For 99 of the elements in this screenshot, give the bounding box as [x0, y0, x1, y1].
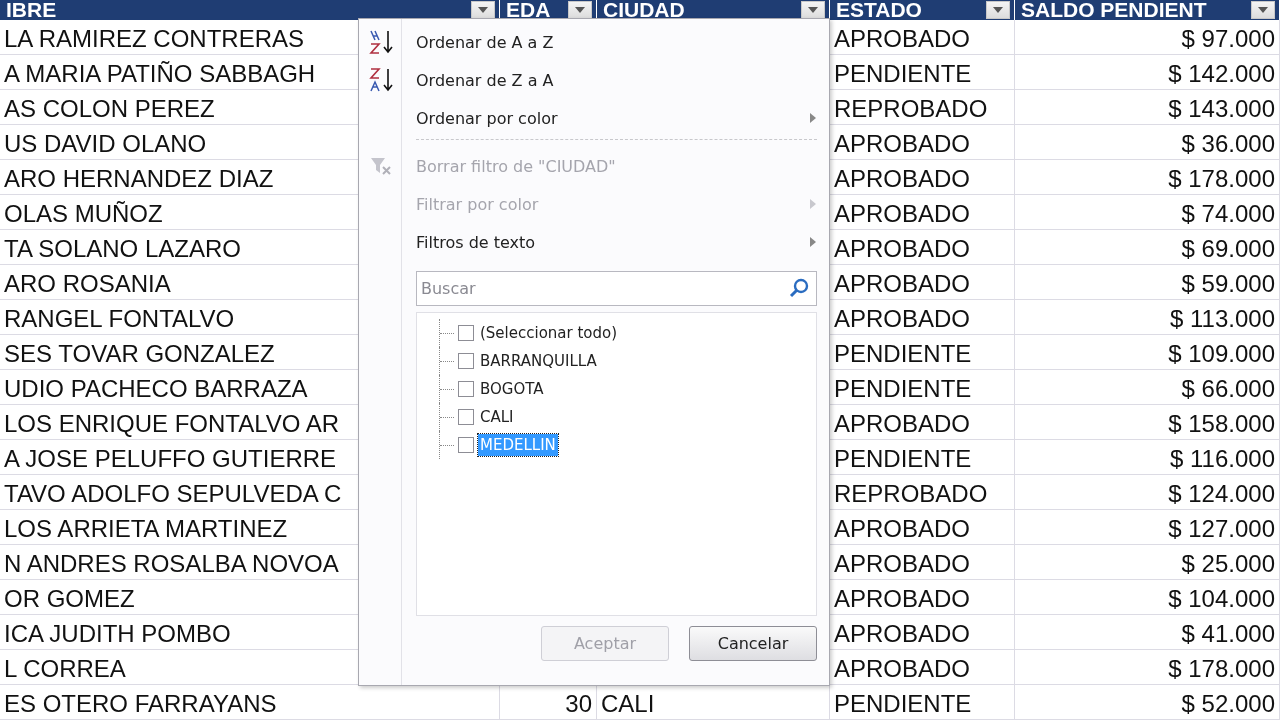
table-cell: REPROBADO — [834, 94, 988, 123]
table-cell: PENDIENTE — [834, 374, 972, 403]
table-cell: APROBADO — [834, 164, 971, 193]
column-header: CIUDAD — [603, 0, 685, 20]
checkbox[interactable] — [458, 409, 474, 425]
table-cell: $ 178.000 — [1168, 654, 1275, 683]
table-cell: APROBADO — [834, 129, 971, 158]
table-cell: APROBADO — [834, 549, 971, 578]
menu-item[interactable]: Ordenar de Z a A — [416, 61, 817, 99]
table-cell: LA RAMIREZ CONTRERAS — [4, 24, 305, 53]
cancel-button[interactable]: Cancelar — [689, 626, 817, 661]
caret-icon — [1257, 6, 1269, 14]
table-cell: 30 — [565, 689, 592, 718]
filter-dropdown-button[interactable] — [568, 1, 592, 19]
table-cell: APROBADO — [834, 654, 971, 683]
table-cell: TAVO ADOLFO SEPULVEDA C — [4, 479, 342, 508]
column-header: IBRE — [6, 0, 57, 20]
table-cell: RANGEL FONTALVO — [4, 304, 235, 333]
table-cell: AS COLON PEREZ — [4, 94, 215, 123]
search-icon — [789, 278, 809, 298]
filter-dropdown-button[interactable] — [986, 1, 1010, 19]
caret-icon — [992, 6, 1004, 14]
table-cell: A MARIA PATIÑO SABBAGH — [4, 59, 316, 88]
table-cell: PENDIENTE — [834, 444, 972, 473]
sort-descending-icon — [367, 66, 395, 94]
sort-ascending-icon — [367, 28, 395, 56]
column-header: ESTADO — [836, 0, 922, 20]
table-cell: UDIO PACHECO BARRAZA — [4, 374, 308, 403]
table-cell: PENDIENTE — [834, 339, 972, 368]
checkbox[interactable] — [458, 325, 474, 341]
table-cell: $ 104.000 — [1168, 584, 1275, 613]
table-cell: APROBADO — [834, 304, 971, 333]
table-cell: APROBADO — [834, 619, 971, 648]
table-cell: $ 36.000 — [1181, 129, 1275, 158]
search-field[interactable]: Buscar — [416, 271, 817, 306]
caret-icon — [477, 6, 489, 14]
table-cell: SES TOVAR GONZALEZ — [4, 339, 275, 368]
table-cell: OLAS MUÑOZ — [4, 199, 163, 228]
table-cell: CALI — [601, 689, 655, 718]
table-cell: APROBADO — [834, 584, 971, 613]
list-item[interactable]: CALI — [478, 406, 516, 428]
table-cell: $ 124.000 — [1168, 479, 1275, 508]
table-cell: APROBADO — [834, 269, 971, 298]
table-cell: $ 113.000 — [1170, 304, 1275, 333]
table-cell: LOS ENRIQUE FONTALVO AR — [4, 409, 340, 438]
filter-dropdown-button[interactable] — [1251, 1, 1275, 19]
table-cell: $ 127.000 — [1168, 514, 1275, 543]
table-cell: $ 142.000 — [1168, 59, 1275, 88]
table-cell: LOS ARRIETA MARTINEZ — [4, 514, 288, 543]
filter-dropdown-button[interactable] — [801, 1, 825, 19]
filter-dropdown-button[interactable] — [471, 1, 495, 19]
table-cell: REPROBADO — [834, 479, 988, 508]
table-cell: L CORREA — [4, 654, 126, 683]
checkbox[interactable] — [458, 381, 474, 397]
list-item[interactable]: BARRANQUILLA — [478, 350, 599, 372]
table-cell: $ 74.000 — [1181, 199, 1275, 228]
column-header: SALDO PENDIENT — [1021, 0, 1207, 20]
table-cell: A JOSE PELUFFO GUTIERRE — [4, 444, 337, 473]
menu-item[interactable]: Ordenar por color — [416, 99, 817, 137]
table-cell: PENDIENTE — [834, 689, 972, 718]
checkbox[interactable] — [458, 353, 474, 369]
table-cell: OR GOMEZ — [4, 584, 135, 613]
table-cell: ARO HERNANDEZ DIAZ — [4, 164, 274, 193]
table-cell: $ 25.000 — [1181, 549, 1275, 578]
table-cell: APROBADO — [834, 234, 971, 263]
menu-item[interactable]: Filtros de texto — [416, 223, 817, 261]
list-item[interactable]: BOGOTA — [478, 378, 546, 400]
table-cell: APROBADO — [834, 199, 971, 228]
submenu-arrow-icon — [809, 236, 817, 248]
table-cell: $ 41.000 — [1181, 619, 1275, 648]
table-cell: $ 158.000 — [1168, 409, 1275, 438]
table-cell: $ 59.000 — [1181, 269, 1275, 298]
submenu-arrow-icon — [809, 198, 817, 210]
table-cell: N ANDRES ROSALBA NOVOA — [4, 549, 339, 578]
table-cell: $ 109.000 — [1168, 339, 1275, 368]
table-cell: $ 52.000 — [1181, 689, 1275, 718]
column-header: EDA — [506, 0, 551, 20]
caret-icon — [574, 6, 586, 14]
caret-icon — [807, 6, 819, 14]
table-cell: $ 97.000 — [1181, 24, 1275, 53]
table-cell: APROBADO — [834, 409, 971, 438]
table-cell: ES OTERO FARRAYANS — [4, 689, 277, 718]
checkbox[interactable] — [458, 437, 474, 453]
table-cell: $ 178.000 — [1168, 164, 1275, 193]
table-cell: APROBADO — [834, 514, 971, 543]
table-cell: $ 69.000 — [1181, 234, 1275, 263]
table-cell: $ 116.000 — [1170, 444, 1275, 473]
menu-item[interactable]: Ordenar de A a Z — [416, 23, 817, 61]
table-cell: TA SOLANO LAZARO — [4, 234, 241, 263]
table-cell: PENDIENTE — [834, 59, 972, 88]
table-cell: ICA JUDITH POMBO — [4, 619, 231, 648]
clear-filter-icon — [369, 155, 393, 177]
list-item[interactable]: (Seleccionar todo) — [478, 322, 620, 344]
table-cell: APROBADO — [834, 24, 971, 53]
table-cell: US DAVID OLANO — [4, 129, 207, 158]
table-cell: ARO ROSANIA — [4, 269, 171, 298]
table-cell: $ 143.000 — [1168, 94, 1275, 123]
table-cell: $ 66.000 — [1181, 374, 1275, 403]
submenu-arrow-icon — [809, 112, 817, 124]
